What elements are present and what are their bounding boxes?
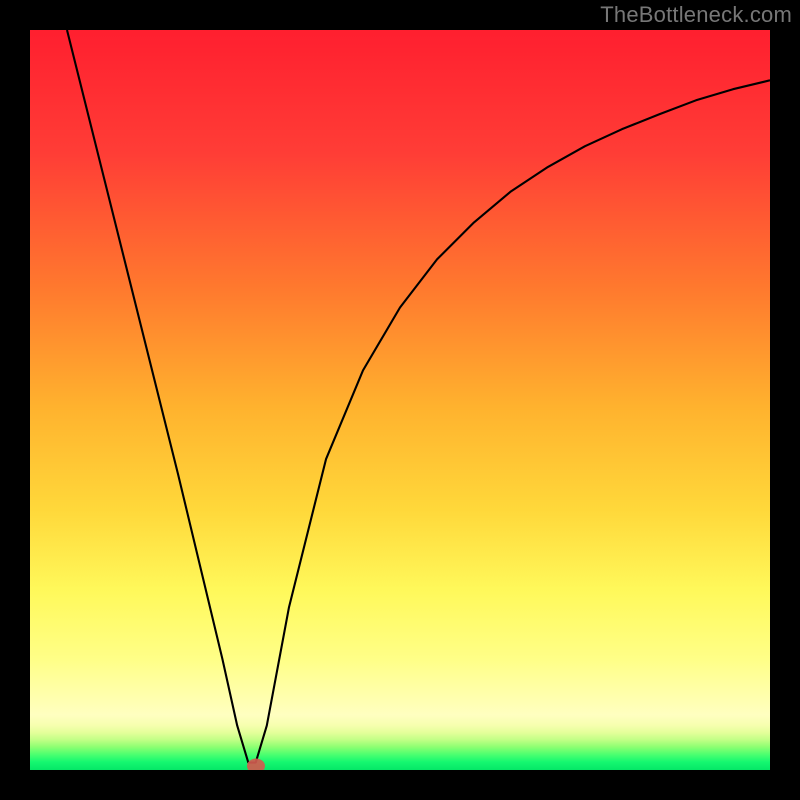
chart-frame: TheBottleneck.com	[0, 0, 800, 800]
minimum-marker	[247, 759, 265, 770]
watermark-text: TheBottleneck.com	[600, 2, 792, 28]
plot-area	[30, 30, 770, 770]
curve-path	[67, 30, 770, 763]
curve-svg	[30, 30, 770, 770]
